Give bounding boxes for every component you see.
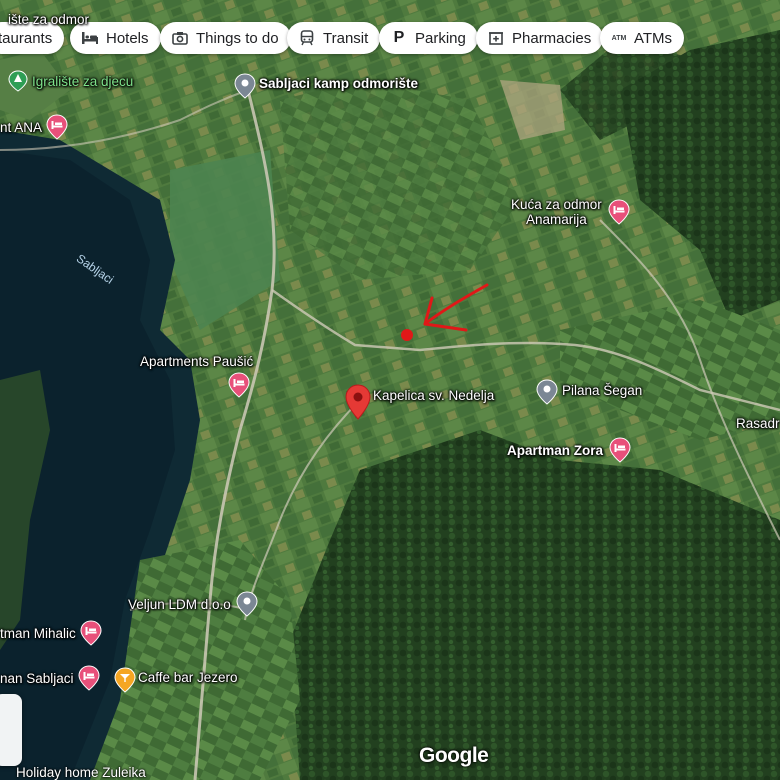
place-igraliste[interactable]: Igralište za djecu (8, 70, 133, 92)
filter-chip-transit[interactable]: Transit (287, 22, 381, 54)
place-kuca-za-odmor[interactable]: Kuća za odmor Anamarija (511, 197, 630, 227)
place-label: Veljun LDM d.o.o (128, 596, 231, 612)
generic-pin-icon (536, 379, 558, 405)
place-apartments-pausic[interactable]: Apartments Paušić (140, 354, 254, 398)
lodging-pin-icon (46, 114, 68, 140)
filter-label: taurants (0, 29, 53, 47)
pharmacy-icon (486, 28, 506, 48)
place-label-line-1: Kuća za odmor (511, 197, 602, 212)
place-kapelica[interactable]: Kapelica sv. Nedelja (345, 384, 494, 420)
lodging-pin-icon (228, 372, 250, 398)
atm-icon: ATM (611, 34, 627, 42)
filter-label: Transit (323, 29, 369, 47)
lodging-pin-icon (78, 665, 100, 691)
filter-chip-parking[interactable]: P Parking (379, 22, 478, 54)
filter-label: Things to do (196, 29, 279, 47)
place-label: Kapelica sv. Nedelja (373, 387, 495, 403)
lodging-pin-icon (80, 620, 102, 646)
filter-label: Pharmacies (512, 29, 592, 47)
place-label-line-2: Anamarija (526, 212, 587, 227)
place-caffe-bar-jezero[interactable]: Caffe bar Jezero (114, 667, 238, 693)
camera-icon (170, 28, 190, 48)
park-pin-icon (8, 70, 28, 92)
place-label: nt ANA (0, 119, 43, 135)
selected-location-pin-icon (345, 384, 371, 420)
place-rasadr[interactable]: Rasadr (736, 416, 780, 431)
place-label: Igralište za djecu (32, 73, 134, 89)
place-label: Apartman Zora (507, 442, 604, 458)
place-sabljaci-kamp[interactable]: Sabljaci kamp odmorište (234, 73, 418, 99)
lodging-pin-icon (608, 199, 630, 225)
place-apartman-zora[interactable]: Apartman Zora (507, 437, 631, 463)
google-logo: Google (419, 744, 489, 767)
filter-chip-things-to-do[interactable]: Things to do (160, 22, 291, 54)
place-veljun-ldm[interactable]: Veljun LDM d.o.o (128, 591, 258, 617)
generic-pin-icon (234, 73, 256, 99)
place-pilana-segan[interactable]: Pilana Šegan (536, 379, 642, 405)
filter-label: ATMs (634, 29, 673, 47)
place-label: Caffe bar Jezero (138, 669, 238, 685)
filter-chip-atms[interactable]: ATM ATMs (600, 22, 685, 54)
parking-icon: P (393, 29, 405, 46)
filter-label: Parking (415, 29, 466, 47)
hotel-bed-icon (80, 28, 100, 48)
transit-icon (297, 28, 317, 48)
place-label: tman Mihalic (0, 625, 76, 641)
lodging-pin-icon (609, 437, 631, 463)
place-label: nan Sabljaci (0, 670, 74, 686)
cafe-pin-icon (114, 667, 136, 693)
place-label: Sabljaci kamp odmorište (259, 75, 419, 91)
place-top-partial[interactable]: ište za odmor (8, 12, 89, 27)
filter-label: Hotels (106, 29, 149, 47)
place-label: Rasadr (736, 416, 780, 431)
place-ana[interactable]: nt ANA (0, 114, 68, 140)
place-label: ište za odmor (8, 12, 90, 27)
place-apartman-mihalic[interactable]: tman Mihalic (0, 620, 102, 646)
generic-pin-icon (236, 591, 258, 617)
place-label: Apartments Paušić (140, 354, 254, 369)
filter-chip-pharmacies[interactable]: Pharmacies (476, 22, 604, 54)
place-apartman-sabljaci[interactable]: nan Sabljaci (0, 665, 100, 691)
place-holiday-home-zuleika[interactable]: Holiday home Zuleika (16, 765, 146, 780)
place-label: Pilana Šegan (562, 382, 643, 398)
layers-thumbnail-card[interactable]: s (0, 694, 22, 766)
